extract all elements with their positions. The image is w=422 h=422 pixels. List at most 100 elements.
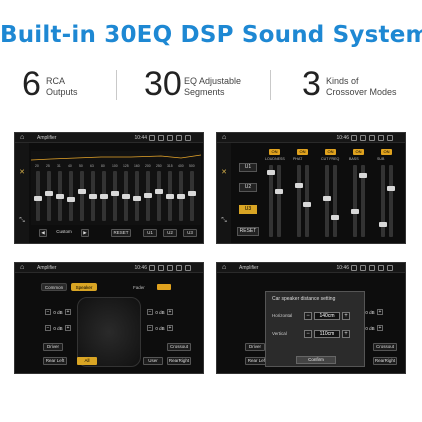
driver-button[interactable]: Driver: [245, 343, 265, 351]
crossover-knob[interactable]: [303, 202, 311, 207]
eq-band-knob[interactable]: [188, 191, 196, 196]
plus-button[interactable]: +: [342, 312, 350, 320]
status-bar: ⌂ 10:46: [217, 133, 405, 143]
eq-band-slider[interactable]: [155, 171, 163, 221]
eq-band-slider[interactable]: [56, 171, 64, 221]
vertical-value[interactable]: 110cm: [314, 330, 340, 338]
tab-common[interactable]: Common: [41, 283, 67, 291]
eq-band-knob[interactable]: [45, 191, 53, 196]
rear-right-button[interactable]: RearRight: [373, 357, 397, 365]
on-toggle[interactable]: ON: [325, 149, 336, 155]
stat-number: 30: [144, 65, 182, 103]
crossover-slider[interactable]: [387, 165, 395, 237]
eq-band-knob[interactable]: [166, 194, 174, 199]
crossover-knob[interactable]: [275, 189, 283, 194]
eq-nav-icon[interactable]: ✕: [220, 169, 228, 177]
eq-band-slider[interactable]: [177, 171, 185, 221]
eq-band-slider[interactable]: [188, 171, 196, 221]
crossover-slider[interactable]: [303, 165, 311, 237]
eq-band-slider[interactable]: [111, 171, 119, 221]
eq-band-slider[interactable]: [34, 171, 42, 221]
eq-band-knob[interactable]: [144, 193, 152, 198]
eq-band-knob[interactable]: [89, 194, 97, 199]
user-preset-button[interactable]: U1: [239, 163, 257, 172]
home-icon[interactable]: ⌂: [20, 134, 24, 142]
minus-button[interactable]: −: [304, 330, 312, 338]
crossout-button[interactable]: Crossout: [167, 343, 191, 351]
reset-button[interactable]: RESET: [111, 229, 131, 237]
crossover-knob[interactable]: [387, 186, 395, 191]
eq-band-knob[interactable]: [155, 189, 163, 194]
crossover-slider[interactable]: [275, 165, 283, 237]
crossover-slider[interactable]: [379, 165, 387, 237]
rear-left-button[interactable]: Rear Left: [43, 357, 67, 365]
crossover-knob[interactable]: [323, 196, 331, 201]
crossover-slider[interactable]: [295, 165, 303, 237]
eq-band-knob[interactable]: [78, 189, 86, 194]
eq-band-knob[interactable]: [34, 196, 42, 201]
next-preset-button[interactable]: ▶: [81, 229, 89, 237]
on-toggle[interactable]: ON: [353, 149, 364, 155]
eq-band-slider[interactable]: [100, 171, 108, 221]
driver-button[interactable]: Driver: [43, 343, 63, 351]
eq-band-slider[interactable]: [133, 171, 141, 221]
eq-band-knob[interactable]: [56, 194, 64, 199]
crossover-knob[interactable]: [379, 222, 387, 227]
crossover-slider[interactable]: [351, 165, 359, 237]
user-preset-button[interactable]: U2: [163, 229, 177, 237]
crossover-knob[interactable]: [331, 215, 339, 220]
minus-button[interactable]: −: [304, 312, 312, 320]
home-icon[interactable]: ⌂: [222, 134, 226, 142]
eq-band-slider[interactable]: [122, 171, 130, 221]
all-button[interactable]: All: [77, 357, 97, 365]
eq-band-knob[interactable]: [100, 194, 108, 199]
eq-band-knob[interactable]: [122, 194, 130, 199]
eq-band-slider[interactable]: [67, 171, 75, 221]
user-preset-button[interactable]: U1: [143, 229, 157, 237]
user-preset-button-selected[interactable]: U3: [239, 205, 257, 214]
user-button[interactable]: User: [143, 357, 163, 365]
crossover-knob[interactable]: [351, 209, 359, 214]
eq-band-slider[interactable]: [45, 171, 53, 221]
fullscreen-icon[interactable]: ⤡: [220, 217, 228, 225]
on-toggle[interactable]: ON: [297, 149, 308, 155]
rear-right-button[interactable]: RearRight: [167, 357, 191, 365]
home-icon[interactable]: ⌂: [20, 264, 24, 272]
fullscreen-icon[interactable]: ⤡: [18, 217, 26, 225]
reset-button[interactable]: RESET: [237, 227, 259, 236]
tab-speaker[interactable]: Speaker: [71, 283, 97, 291]
plus-button[interactable]: +: [342, 330, 350, 338]
db-control[interactable]: −0 dB+: [147, 309, 177, 316]
status-bar: ⌂ Amplifier 10:46: [217, 263, 405, 273]
eq-band-knob[interactable]: [133, 196, 141, 201]
horizontal-value[interactable]: 140cm: [314, 312, 340, 320]
confirm-button[interactable]: Confirm: [296, 356, 336, 364]
crossout-button[interactable]: Crossout: [373, 343, 397, 351]
eq-band-slider[interactable]: [144, 171, 152, 221]
crossover-slider[interactable]: [359, 165, 367, 237]
crossover-knob[interactable]: [295, 183, 303, 188]
eq-band-slider[interactable]: [78, 171, 86, 221]
eq-band-knob[interactable]: [67, 197, 75, 202]
db-control[interactable]: −0 dB+: [45, 309, 75, 316]
on-toggle[interactable]: ON: [381, 149, 392, 155]
user-preset-button[interactable]: U2: [239, 183, 257, 192]
crossover-slider[interactable]: [323, 165, 331, 237]
eq-band-slider[interactable]: [166, 171, 174, 221]
status-icons: [149, 265, 199, 271]
home-icon[interactable]: ⌂: [222, 264, 226, 272]
crossover-slider[interactable]: [267, 165, 275, 237]
eq-band-slider[interactable]: [89, 171, 97, 221]
crossover-knob[interactable]: [267, 170, 275, 175]
prev-preset-button[interactable]: ◀: [39, 229, 47, 237]
eq-band-knob[interactable]: [177, 194, 185, 199]
eq-nav-icon[interactable]: ✕: [18, 169, 26, 177]
eq-band-knob[interactable]: [111, 191, 119, 196]
db-control[interactable]: −0 dB+: [147, 325, 177, 332]
crossover-knob[interactable]: [359, 173, 367, 178]
user-preset-button[interactable]: U3: [183, 229, 197, 237]
crossover-slider[interactable]: [331, 165, 339, 237]
fader-toggle[interactable]: [157, 284, 171, 290]
db-control[interactable]: −0 dB+: [45, 325, 75, 332]
on-toggle[interactable]: ON: [269, 149, 280, 155]
